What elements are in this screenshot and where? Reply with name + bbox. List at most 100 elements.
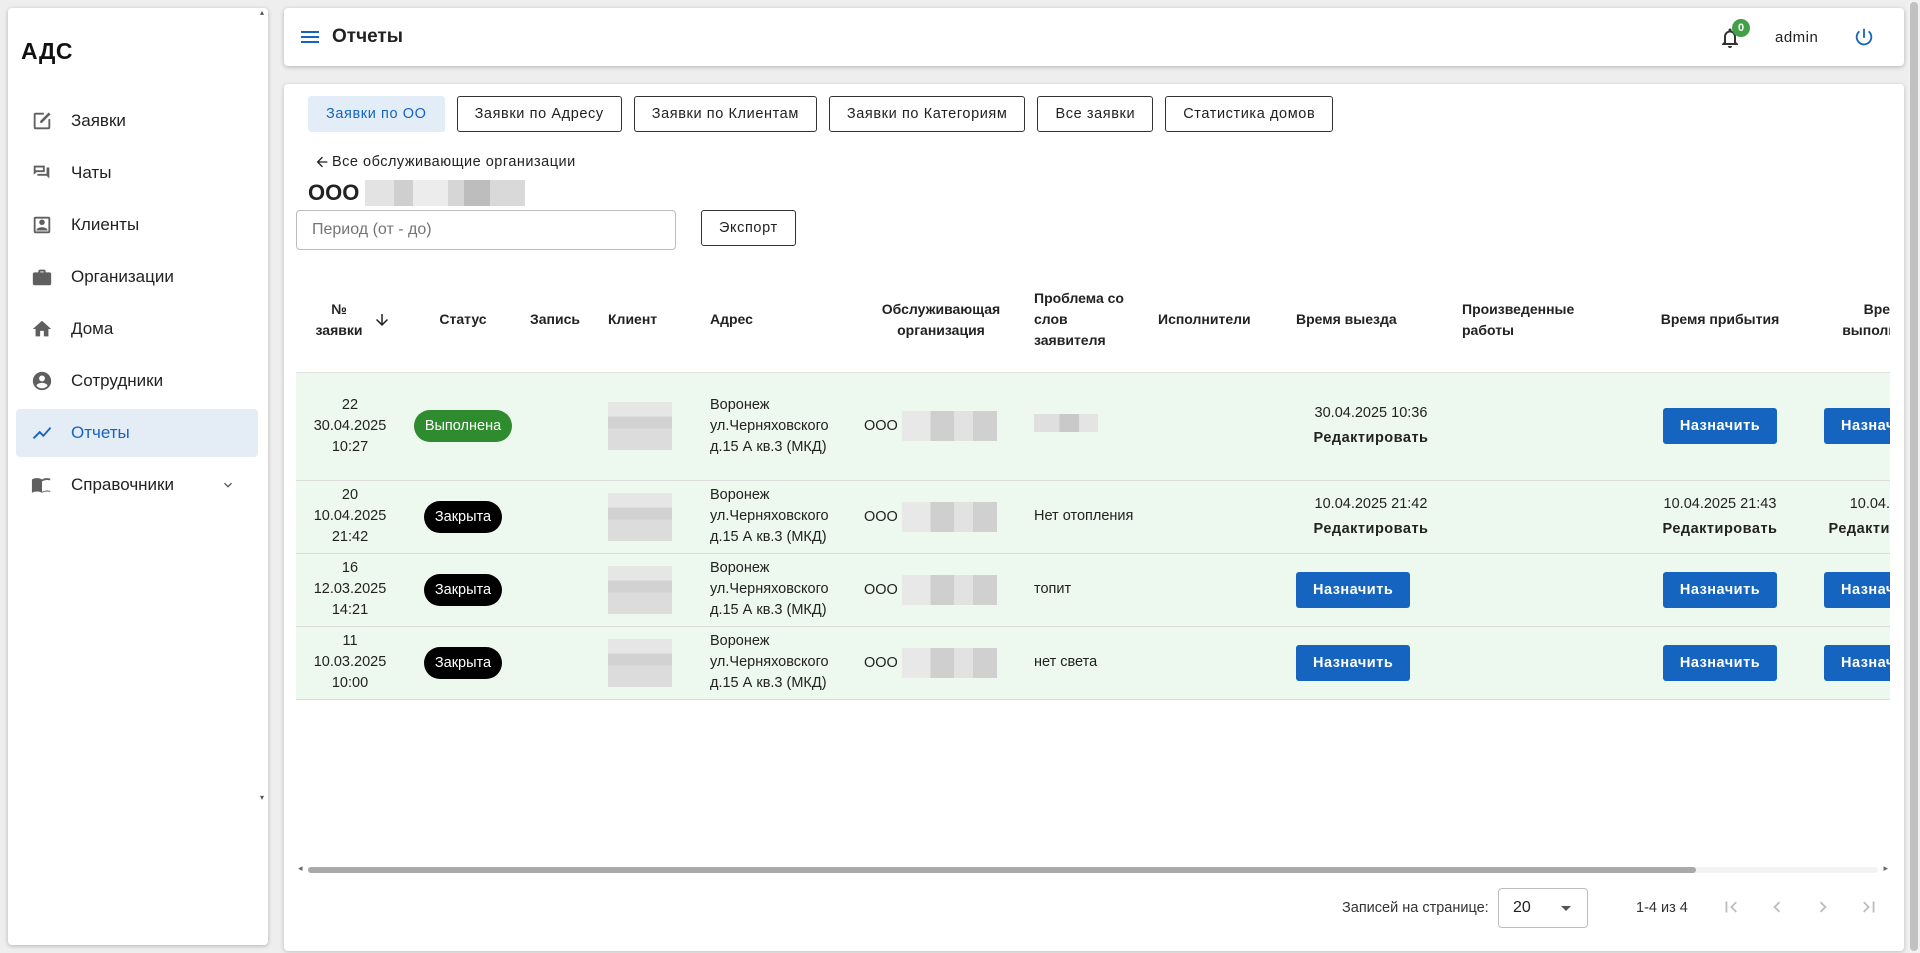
rows-per-page-label: Записей на странице: xyxy=(1342,900,1489,916)
cell-org: ООО xyxy=(856,553,1026,627)
arrival-value: 10.04.2025 21:43 xyxy=(1663,495,1777,512)
cell-problem: нет света xyxy=(1026,626,1150,700)
tab-requests-by-clients[interactable]: Заявки по Клиентам xyxy=(633,96,817,132)
cell-record xyxy=(522,626,600,700)
sidebar-item-label: Клиенты xyxy=(71,215,140,234)
cell-works xyxy=(1454,480,1624,554)
horizontal-scrollbar[interactable]: ◂ ▸ xyxy=(296,863,1890,874)
cell-arrival: Назначить xyxy=(1624,372,1816,481)
cell-works xyxy=(1454,553,1624,627)
cell-arrival: Назначить xyxy=(1624,553,1816,627)
edit-arrival-link[interactable]: Редактировать xyxy=(1632,519,1808,540)
request-date: 10.04.2025 xyxy=(313,508,387,524)
requests-table-container: № заявки Статус Запись Клиент Адрес Обсл… xyxy=(296,268,1890,848)
tab-requests-by-org[interactable]: Заявки по ОО xyxy=(308,96,445,132)
tab-requests-by-address[interactable]: Заявки по Адресу xyxy=(456,96,622,132)
cell-client xyxy=(600,372,702,481)
table-row[interactable]: 16 12.03.2025 14:21 Закрыта Воронеж ул.Черня… xyxy=(296,553,1890,627)
table-row[interactable]: 22 30.04.2025 10:27 Выполнена Воронеж ул.Чер… xyxy=(296,372,1890,481)
next-page-icon[interactable] xyxy=(1812,896,1834,918)
scroll-right-arrow[interactable]: ▸ xyxy=(1883,863,1888,874)
cell-org: ООО xyxy=(856,626,1026,700)
org-name: ООО xyxy=(864,508,898,525)
col-header-number[interactable]: № заявки xyxy=(296,268,404,373)
assign-completion-button[interactable]: Назначить xyxy=(1824,408,1890,444)
tab-requests-by-categories[interactable]: Заявки по Категориям xyxy=(828,96,1026,132)
status-badge: Закрыта xyxy=(423,573,503,606)
assign-departure-button[interactable]: Назначить xyxy=(1296,644,1411,681)
org-name: ООО xyxy=(864,654,898,671)
redacted-org xyxy=(901,411,997,441)
edit-departure-link[interactable]: Редактировать xyxy=(1296,428,1446,449)
first-page-icon[interactable] xyxy=(1720,896,1742,918)
edit-completion-link[interactable]: Редактировать xyxy=(1824,519,1890,540)
home-icon xyxy=(30,317,54,341)
cell-completion: 10.04.2025 Редактировать xyxy=(1816,480,1890,554)
assign-arrival-button[interactable]: Назначить xyxy=(1662,644,1778,681)
page-scroll-thumb[interactable] xyxy=(1910,2,1918,951)
request-date: 12.03.2025 xyxy=(313,581,387,597)
period-input[interactable]: Период (от - до) xyxy=(296,210,676,250)
cell-address: Воронеж ул.Черняховского д.15 А кв.3 (МК… xyxy=(702,480,856,554)
cell-arrival: Назначить xyxy=(1624,626,1816,700)
assign-completion-button[interactable]: Назначить xyxy=(1824,644,1890,681)
sidebar-scroll-down-arrow[interactable]: ▾ xyxy=(260,793,264,802)
departure-value: 30.04.2025 10:36 xyxy=(1314,405,1428,421)
tab-house-statistics[interactable]: Статистика домов xyxy=(1165,96,1334,132)
sidebar-scroll-up-arrow[interactable]: ▴ xyxy=(260,8,264,17)
export-button[interactable]: Экспорт xyxy=(701,210,796,246)
assign-departure-button[interactable]: Назначить xyxy=(1296,571,1411,608)
cell-status: Закрыта xyxy=(404,553,522,627)
sidebar-item-clients[interactable]: Клиенты xyxy=(16,201,258,249)
col-header-departure-time: Время выезда xyxy=(1288,268,1454,373)
redacted-org xyxy=(901,501,997,532)
sidebar-item-label: Сотрудники xyxy=(71,371,164,390)
power-icon[interactable] xyxy=(1853,26,1877,50)
assign-completion-button[interactable]: Назначить xyxy=(1824,571,1890,608)
cell-number: 20 10.04.2025 21:42 xyxy=(296,480,404,554)
assign-arrival-button[interactable]: Назначить xyxy=(1662,408,1778,444)
col-header-problem: Проблема со слов заявителя xyxy=(1026,268,1150,373)
cell-record xyxy=(522,553,600,627)
scroll-left-arrow[interactable]: ◂ xyxy=(298,863,303,874)
edit-departure-link[interactable]: Редактировать xyxy=(1296,519,1446,540)
back-link[interactable]: Все обслуживающие организации xyxy=(314,154,576,170)
page-scrollbar[interactable] xyxy=(1908,0,1920,953)
table-row[interactable]: 20 10.04.2025 21:42 Закрыта Воронеж ул.Черня… xyxy=(296,480,1890,554)
sidebar-item-requests[interactable]: Заявки xyxy=(16,97,258,145)
request-number: 16 xyxy=(341,560,359,576)
cell-problem xyxy=(1026,372,1150,481)
rows-per-page-select[interactable]: 20 xyxy=(1498,888,1588,928)
chevron-down-icon[interactable] xyxy=(220,477,236,493)
cell-arrival: 10.04.2025 21:43 Редактировать xyxy=(1624,480,1816,554)
sidebar-item-organizations[interactable]: Организации xyxy=(16,253,258,301)
sidebar-item-chats[interactable]: Чаты xyxy=(16,149,258,197)
menu-icon[interactable] xyxy=(298,25,322,49)
tab-all-requests[interactable]: Все заявки xyxy=(1037,96,1154,132)
prev-page-icon[interactable] xyxy=(1766,896,1788,918)
assign-arrival-button[interactable]: Назначить xyxy=(1662,571,1778,608)
last-page-icon[interactable] xyxy=(1858,896,1880,918)
table-row[interactable]: 11 10.03.2025 10:00 Закрыта Воронеж ул.Черня… xyxy=(296,626,1890,700)
back-link-label: Все обслуживающие организации xyxy=(332,154,576,170)
redacted-org xyxy=(901,574,997,605)
completion-value: 10.04.2025 xyxy=(1849,495,1890,512)
request-time: 21:42 xyxy=(331,529,369,545)
page-title: Отчеты xyxy=(332,26,403,47)
sidebar-nav: Заявки Чаты Клиенты Организации Дома Сот… xyxy=(16,97,258,513)
cell-departure: 10.04.2025 21:42 Редактировать xyxy=(1288,480,1454,554)
sidebar-item-directories[interactable]: Справочники xyxy=(16,461,258,509)
report-tabs: Заявки по ОО Заявки по Адресу Заявки по … xyxy=(308,96,1334,132)
sidebar-item-houses[interactable]: Дома xyxy=(16,305,258,353)
redacted-problem xyxy=(1034,413,1098,432)
cell-client xyxy=(600,553,702,627)
sidebar-item-employees[interactable]: Сотрудники xyxy=(16,357,258,405)
sidebar-item-reports[interactable]: Отчеты xyxy=(16,409,258,457)
col-header-address: Адрес xyxy=(702,268,856,373)
scroll-thumb[interactable] xyxy=(308,867,1696,873)
sidebar-item-label: Отчеты xyxy=(71,423,130,442)
caret-down-icon xyxy=(1561,906,1571,911)
user-name[interactable]: admin xyxy=(1775,29,1818,46)
arrow-down-icon[interactable] xyxy=(373,311,391,329)
cell-status: Закрыта xyxy=(404,480,522,554)
